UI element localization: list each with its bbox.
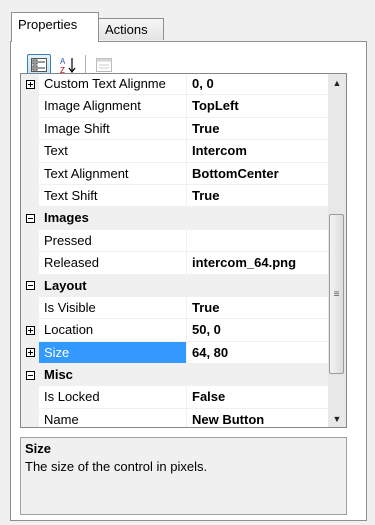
property-row[interactable]: Name New Button (21, 408, 328, 427)
tab-actions[interactable]: Actions (98, 18, 164, 40)
property-name[interactable]: Size (39, 341, 187, 365)
property-name[interactable]: Text Alignment (39, 162, 187, 185)
property-row[interactable]: Text Alignment BottomCenter (21, 162, 328, 185)
collapse-icon[interactable] (25, 214, 35, 224)
row-gutter (21, 252, 39, 275)
property-value[interactable]: New Button (187, 409, 328, 427)
expand-icon[interactable] (25, 325, 35, 335)
category-row[interactable]: Misc (21, 364, 328, 387)
row-gutter (21, 341, 39, 365)
row-gutter (21, 162, 39, 185)
row-gutter (21, 184, 39, 208)
sort-az-icon: A Z (60, 57, 76, 74)
property-row[interactable]: Pressed (21, 229, 328, 253)
property-value[interactable]: True (187, 118, 328, 141)
property-name[interactable]: Is Visible (39, 296, 187, 320)
row-gutter (21, 229, 39, 253)
property-name[interactable]: Pressed (39, 229, 187, 253)
category-label[interactable]: Layout (39, 275, 87, 297)
row-gutter (21, 274, 39, 297)
property-row[interactable]: Size 64, 80 (21, 341, 328, 365)
property-row[interactable]: Is Locked False (21, 386, 328, 409)
property-value[interactable]: TopLeft (187, 95, 328, 118)
property-name[interactable]: Text (39, 140, 187, 163)
scroll-up-arrow-icon[interactable]: ▲ (328, 74, 346, 91)
property-name[interactable]: Image Alignment (39, 95, 187, 118)
category-label[interactable]: Images (39, 207, 89, 229)
property-name[interactable]: Name (39, 408, 187, 427)
category-row[interactable]: Layout (21, 274, 328, 297)
property-row[interactable]: Custom Text Alignme 0, 0 (21, 74, 328, 96)
help-title: Size (25, 441, 52, 456)
property-grid: Custom Text Alignme 0, 0 Image Alignment To… (20, 73, 347, 428)
scroll-down-arrow-icon[interactable]: ▼ (328, 410, 346, 427)
property-name[interactable]: Image Shift (39, 117, 187, 141)
row-gutter (21, 319, 39, 342)
property-value[interactable] (187, 230, 328, 253)
row-gutter (21, 74, 39, 96)
property-name[interactable]: Text Shift (39, 184, 187, 208)
help-pane: Size The size of the control in pixels. (20, 437, 347, 515)
row-gutter (21, 364, 39, 387)
property-row[interactable]: Text Shift True (21, 184, 328, 208)
property-value[interactable]: False (187, 386, 328, 409)
expand-icon[interactable] (25, 79, 35, 89)
property-name[interactable]: Location (39, 319, 187, 342)
property-row[interactable]: Location 50, 0 (21, 319, 328, 342)
property-value[interactable]: True (187, 297, 328, 320)
row-gutter (21, 207, 39, 230)
row-gutter (21, 117, 39, 141)
row-gutter (21, 386, 39, 409)
svg-text:A: A (60, 57, 66, 66)
row-gutter (21, 140, 39, 163)
property-value[interactable]: True (187, 185, 328, 208)
property-grid-rows: Custom Text Alignme 0, 0 Image Alignment To… (21, 74, 328, 427)
category-label[interactable]: Misc (39, 364, 73, 386)
property-row[interactable]: Image Alignment TopLeft (21, 95, 328, 118)
property-row[interactable]: Is Visible True (21, 296, 328, 320)
property-value[interactable]: intercom_64.png (187, 252, 328, 275)
property-name[interactable]: Custom Text Alignme (39, 74, 187, 96)
vertical-scrollbar[interactable]: ▲ ≡ ▼ (328, 74, 346, 427)
property-pages-icon (96, 58, 112, 72)
property-row[interactable]: Released intercom_64.png (21, 252, 328, 275)
expand-icon[interactable] (25, 348, 35, 358)
property-value[interactable]: 50, 0 (187, 319, 328, 342)
property-row[interactable]: Image Shift True (21, 117, 328, 141)
property-name[interactable]: Released (39, 252, 187, 275)
toolbar-separator (85, 55, 86, 75)
collapse-icon[interactable] (25, 370, 35, 380)
row-gutter (21, 296, 39, 320)
row-gutter (21, 95, 39, 118)
scrollbar-thumb[interactable]: ≡ (329, 214, 344, 374)
property-row[interactable]: Text Intercom (21, 140, 328, 163)
collapse-icon[interactable] (25, 281, 35, 291)
tab-properties[interactable]: Properties (11, 12, 99, 42)
categorized-view-icon (31, 58, 47, 72)
help-description: The size of the control in pixels. (25, 459, 208, 474)
property-value[interactable]: BottomCenter (187, 163, 328, 185)
property-name[interactable]: Is Locked (39, 386, 187, 409)
property-value[interactable]: 64, 80 (187, 342, 328, 365)
row-gutter (21, 408, 39, 427)
property-value[interactable]: Intercom (187, 140, 328, 163)
property-value[interactable]: 0, 0 (187, 74, 328, 96)
category-row[interactable]: Images (21, 207, 328, 230)
